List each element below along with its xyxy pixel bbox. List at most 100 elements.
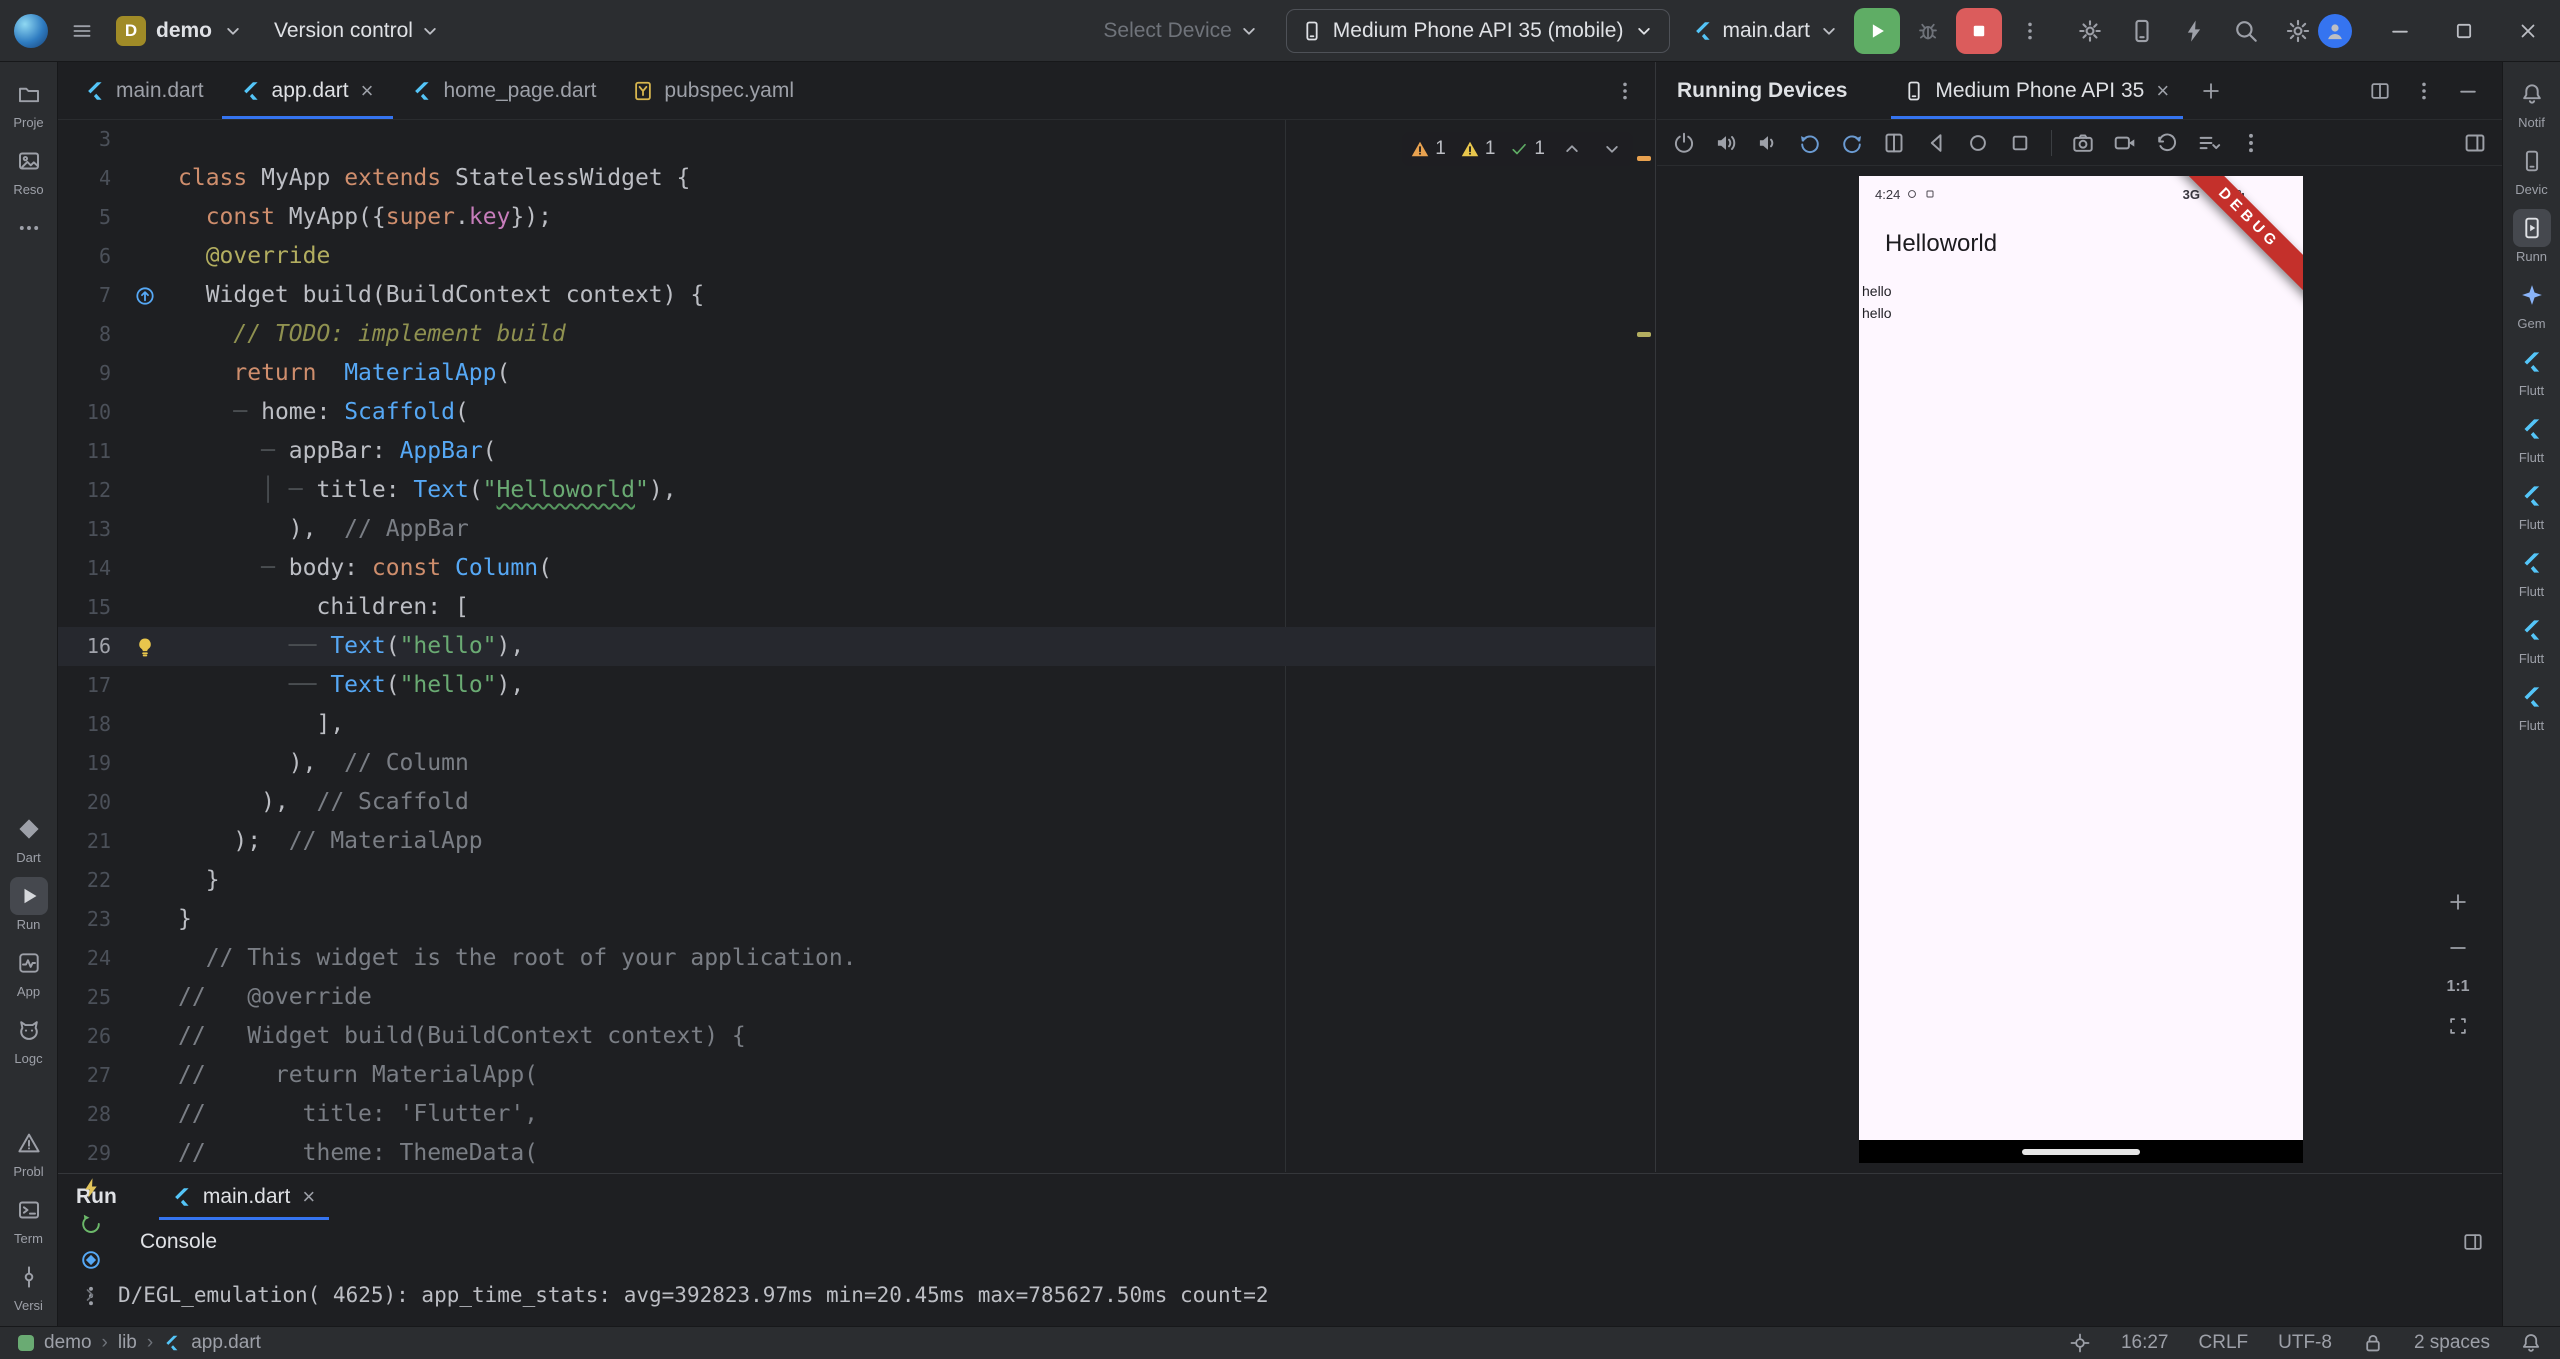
breadcrumb-item[interactable]: app.dart: [191, 1332, 261, 1354]
more-run-actions-button[interactable]: [2010, 11, 2050, 51]
code-line-6[interactable]: 6 @override: [58, 237, 1655, 276]
volume-up-button[interactable]: [1707, 125, 1745, 161]
code-line-27[interactable]: 27 // return MaterialApp(: [58, 1056, 1655, 1095]
tool-stripe-notifications[interactable]: Notif: [2503, 68, 2560, 135]
minimize-button[interactable]: [2368, 0, 2432, 62]
close-run-tab-icon[interactable]: ×: [300, 1186, 317, 1208]
code-line-21[interactable]: 21 ); // MaterialApp: [58, 822, 1655, 861]
emulator-navigation-bar[interactable]: [1859, 1140, 2303, 1163]
tool-stripe-flutter-tool-2[interactable]: Flutt: [2503, 671, 2560, 738]
overview-button[interactable]: [2001, 125, 2039, 161]
tool-stripe-more-tool-windows[interactable]: [0, 202, 58, 269]
maximize-button[interactable]: [2432, 0, 2496, 62]
code-line-24[interactable]: 24 // This widget is the root of your ap…: [58, 939, 1655, 978]
hide-panel-button[interactable]: [2448, 71, 2488, 111]
next-problem-button[interactable]: [1599, 136, 1625, 162]
device-manager-button[interactable]: [2122, 11, 2162, 51]
device-selector[interactable]: Medium Phone API 35 (mobile): [1285, 8, 1671, 53]
code-line-8[interactable]: 8 // TODO: implement build: [58, 315, 1655, 354]
main-menu-button[interactable]: [62, 11, 102, 51]
tool-stripe-run[interactable]: Run: [0, 870, 58, 937]
scrollbar-warning-mark[interactable]: [1637, 332, 1651, 337]
screen-record-button[interactable]: [2106, 125, 2144, 161]
code-line-10[interactable]: 10 ─ home: Scaffold(: [58, 393, 1655, 432]
snapshots-button[interactable]: [2148, 125, 2186, 161]
hot-restart-button[interactable]: [72, 1206, 110, 1242]
code-line-23[interactable]: 23}: [58, 900, 1655, 939]
tool-stripe-flutter-tool[interactable]: Flutt: [2503, 604, 2560, 671]
editor-tab-app-dart[interactable]: app.dart ×: [222, 62, 394, 119]
rotate-left-button[interactable]: [1791, 125, 1829, 161]
file-encoding[interactable]: UTF-8: [2278, 1332, 2332, 1354]
scrollbar-warning-mark[interactable]: [1637, 156, 1651, 161]
display-layout-button[interactable]: [2456, 125, 2494, 161]
code-line-5[interactable]: 5 const MyApp({super.key});: [58, 198, 1655, 237]
select-device-dropdown[interactable]: Select Device: [1103, 19, 1259, 43]
code-line-20[interactable]: 20 ), // Scaffold: [58, 783, 1655, 822]
emulator-screen[interactable]: 4:24 3G Helloworld hello hello DEBUG: [1859, 176, 2303, 1140]
volume-down-button[interactable]: [1749, 125, 1787, 161]
display-list-button[interactable]: [2190, 125, 2228, 161]
code-line-15[interactable]: 15 children: [: [58, 588, 1655, 627]
layout-options-button[interactable]: [2360, 71, 2400, 111]
line-separator[interactable]: CRLF: [2199, 1332, 2249, 1354]
tool-stripe-running-devices[interactable]: Runn: [2503, 202, 2560, 269]
run-configuration[interactable]: main.dart: [1692, 19, 1840, 43]
code-line-7[interactable]: 7 Widget build(BuildContext context) {: [58, 276, 1655, 315]
tool-stripe-gemini[interactable]: Gem: [2503, 269, 2560, 336]
previous-problem-button[interactable]: [1559, 136, 1585, 162]
settings-sync-button[interactable]: [2070, 11, 2110, 51]
tool-stripe-terminal[interactable]: Term: [0, 1184, 58, 1251]
profiler-button[interactable]: [2174, 11, 2214, 51]
close-tab-icon[interactable]: ×: [359, 79, 376, 102]
project-selector[interactable]: D demo: [116, 15, 244, 46]
more-button[interactable]: [2232, 125, 2270, 161]
code-line-11[interactable]: 11 ─ appBar: AppBar(: [58, 432, 1655, 471]
version-control-menu[interactable]: Version control: [274, 19, 441, 43]
code-line-19[interactable]: 19 ), // Column: [58, 744, 1655, 783]
code-line-12[interactable]: 12 │ ─ title: Text("Helloworld"),: [58, 471, 1655, 510]
run-tab[interactable]: main.dart ×: [159, 1174, 329, 1220]
zoom-in-button[interactable]: [2442, 886, 2474, 918]
code-line-25[interactable]: 25 // @override: [58, 978, 1655, 1017]
tool-stripe-flutter-coverage[interactable]: Flutt: [2503, 537, 2560, 604]
search-everywhere-button[interactable]: [2226, 11, 2266, 51]
console-tab[interactable]: Console: [140, 1230, 217, 1254]
code-line-29[interactable]: 29 // theme: ThemeData(: [58, 1134, 1655, 1172]
layout-settings-button[interactable]: [2454, 1224, 2492, 1260]
editor-tab-home-page-dart[interactable]: home_page.dart: [393, 62, 614, 119]
add-device-tab-button[interactable]: [2191, 71, 2231, 111]
editor-tab-main-dart[interactable]: main.dart: [66, 62, 222, 119]
indent-setting[interactable]: 2 spaces: [2414, 1332, 2490, 1354]
tool-stripe-device-manager[interactable]: Devic: [2503, 135, 2560, 202]
avatar[interactable]: [2318, 13, 2352, 48]
back-button[interactable]: [1917, 125, 1955, 161]
zoom-out-button[interactable]: [2442, 932, 2474, 964]
code-line-16[interactable]: 16 ── Text("hello"),: [58, 627, 1655, 666]
breadcrumb-item[interactable]: lib: [118, 1332, 137, 1354]
stop-button[interactable]: [1956, 7, 2002, 54]
zoom-fit-button[interactable]: [2442, 1010, 2474, 1042]
hot-reload-button[interactable]: [72, 1170, 110, 1206]
tool-stripe-flutter-inspector[interactable]: Flutt: [2503, 403, 2560, 470]
run-button[interactable]: [1854, 7, 1900, 54]
code-line-18[interactable]: 18 ],: [58, 705, 1655, 744]
code-line-26[interactable]: 26 // Widget build(BuildContext context) …: [58, 1017, 1655, 1056]
tool-stripe-version-control[interactable]: Versi: [0, 1251, 58, 1318]
code-line-14[interactable]: 14 ─ body: const Column(: [58, 549, 1655, 588]
tool-stripe-resource-manager[interactable]: Reso: [0, 135, 58, 202]
tool-stripe-project[interactable]: Proje: [0, 68, 58, 135]
debug-button[interactable]: [1908, 11, 1948, 51]
home-button[interactable]: [1959, 125, 1997, 161]
code-line-9[interactable]: 9 return MaterialApp(: [58, 354, 1655, 393]
breadcrumb-item[interactable]: demo: [44, 1332, 92, 1354]
code-line-28[interactable]: 28 // title: 'Flutter',: [58, 1095, 1655, 1134]
fold-button[interactable]: [1875, 125, 1913, 161]
panel-more-options-button[interactable]: [2404, 71, 2444, 111]
close-button[interactable]: [2496, 0, 2560, 62]
editor-tab-options-button[interactable]: [1605, 71, 1645, 111]
cursor-position[interactable]: 16:27: [2121, 1332, 2169, 1354]
tool-stripe-flutter-outline[interactable]: Flutt: [2503, 336, 2560, 403]
rotate-right-button[interactable]: [1833, 125, 1871, 161]
tool-stripe-flutter-performance[interactable]: Flutt: [2503, 470, 2560, 537]
